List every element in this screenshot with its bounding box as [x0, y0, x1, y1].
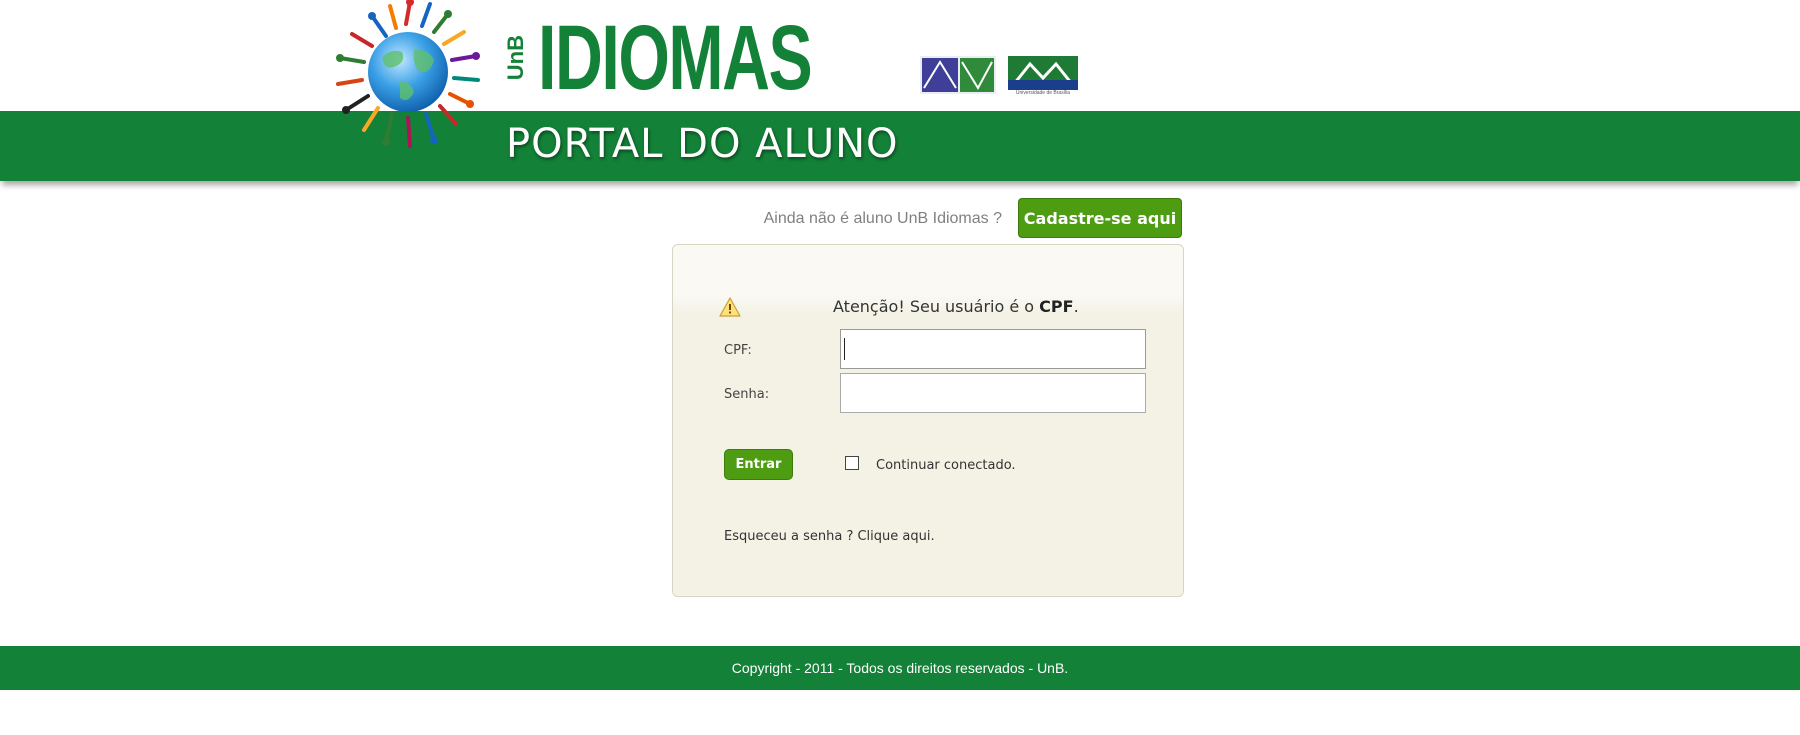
enter-button[interactable]: Entrar: [724, 449, 793, 480]
cpf-label: CPF:: [724, 343, 752, 358]
warning-prefix: Atenção! Seu usuário é o: [833, 297, 1040, 316]
login-panel: Atenção! Seu usuário é o CPF. CPF: Senha…: [672, 244, 1184, 597]
unb-logo-grid: [920, 56, 996, 94]
cpf-input[interactable]: [840, 329, 1146, 369]
cpf-warning-message: Atenção! Seu usuário é o CPF.: [833, 297, 1079, 316]
senha-input[interactable]: [840, 373, 1146, 413]
brand-title: IDIOMAS: [538, 7, 813, 109]
senha-label: Senha:: [724, 387, 770, 402]
warning-strong: CPF: [1039, 297, 1074, 316]
logo-caption: Universidade de Brasília: [1015, 90, 1071, 96]
remember-label[interactable]: Continuar conectado.: [876, 458, 1016, 473]
site-footer: Copyright - 2011 - Todos os direitos res…: [0, 646, 1800, 690]
unb-vertical-text: UnB: [503, 35, 528, 81]
text-caret: [844, 338, 845, 360]
site-header: UnB IDIOMAS PORTAL DO ALUNO Universidade…: [0, 0, 1800, 190]
remember-checkbox[interactable]: [845, 456, 859, 470]
register-prompt: Ainda não é aluno UnB Idiomas ?: [763, 210, 1002, 227]
copyright-text: Copyright - 2011 - Todos os direitos res…: [731, 660, 1069, 676]
globe-people-logo: [336, 0, 480, 148]
header-green-band: [0, 111, 1800, 181]
forgot-password-link[interactable]: Esqueceu a senha ? Clique aqui.: [724, 529, 935, 544]
register-button[interactable]: Cadastre-se aqui: [1018, 198, 1182, 238]
unb-vertical-brand: UnB: [503, 20, 530, 96]
page-title: PORTAL DO ALUNO: [506, 121, 899, 167]
warning-suffix: .: [1073, 297, 1079, 316]
warning-triangle-icon: [719, 297, 741, 317]
